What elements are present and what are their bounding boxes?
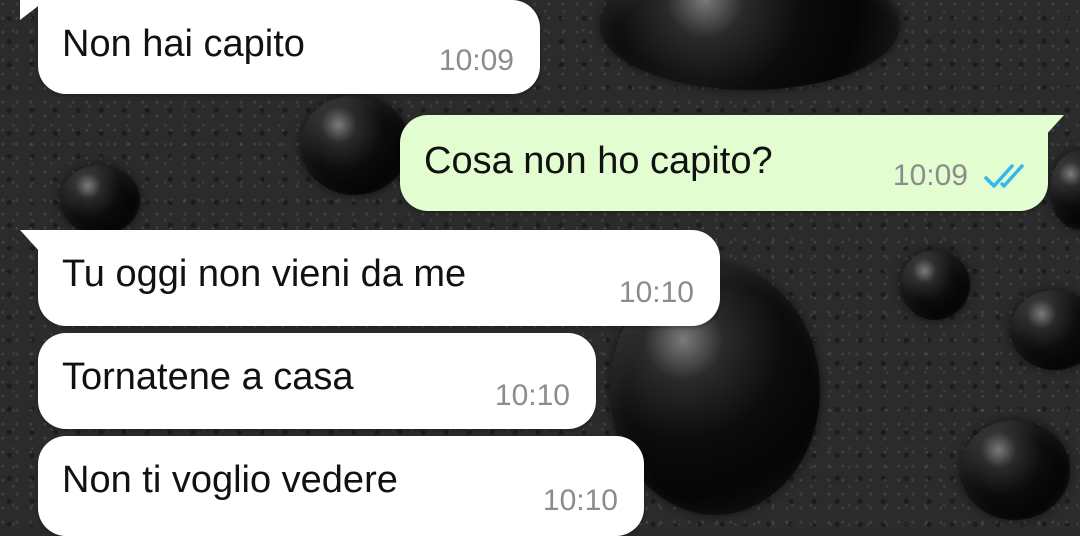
message-bubble-incoming[interactable]: Non ti voglio vedere 10:10 xyxy=(38,436,644,536)
message-bubble-incoming[interactable]: Tu oggi non vieni da me 10:10 xyxy=(20,230,720,326)
double-check-read-icon xyxy=(982,162,1026,195)
water-drop-decoration xyxy=(600,0,900,90)
message-timestamp: 10:09 xyxy=(892,159,968,192)
water-drop-decoration xyxy=(300,95,410,195)
bubble-tail xyxy=(1044,115,1064,137)
water-drop-decoration xyxy=(1050,150,1080,230)
message-timestamp: 10:09 xyxy=(438,44,514,77)
bubble-tail xyxy=(20,230,40,252)
water-drop-decoration xyxy=(960,420,1070,520)
message-text: Cosa non ho capito? xyxy=(424,140,773,182)
message-text: Tornatene a casa xyxy=(62,356,354,398)
message-text: Non hai capito xyxy=(62,23,305,65)
message-timestamp: 10:10 xyxy=(542,484,618,517)
water-drop-decoration xyxy=(900,250,970,320)
message-bubble-incoming[interactable]: Non hai capito 10:09 xyxy=(20,0,540,94)
message-timestamp: 10:10 xyxy=(618,276,694,309)
message-bubble-incoming[interactable]: Tornatene a casa 10:10 xyxy=(38,333,596,429)
message-text: Non ti voglio vedere xyxy=(62,459,398,501)
message-timestamp: 10:10 xyxy=(494,379,570,412)
water-drop-decoration xyxy=(60,165,140,235)
bubble-tail xyxy=(20,0,46,20)
message-text: Tu oggi non vieni da me xyxy=(62,253,467,295)
message-bubble-outgoing[interactable]: Cosa non ho capito? 10:09 xyxy=(400,115,1064,211)
water-drop-decoration xyxy=(1010,290,1080,370)
